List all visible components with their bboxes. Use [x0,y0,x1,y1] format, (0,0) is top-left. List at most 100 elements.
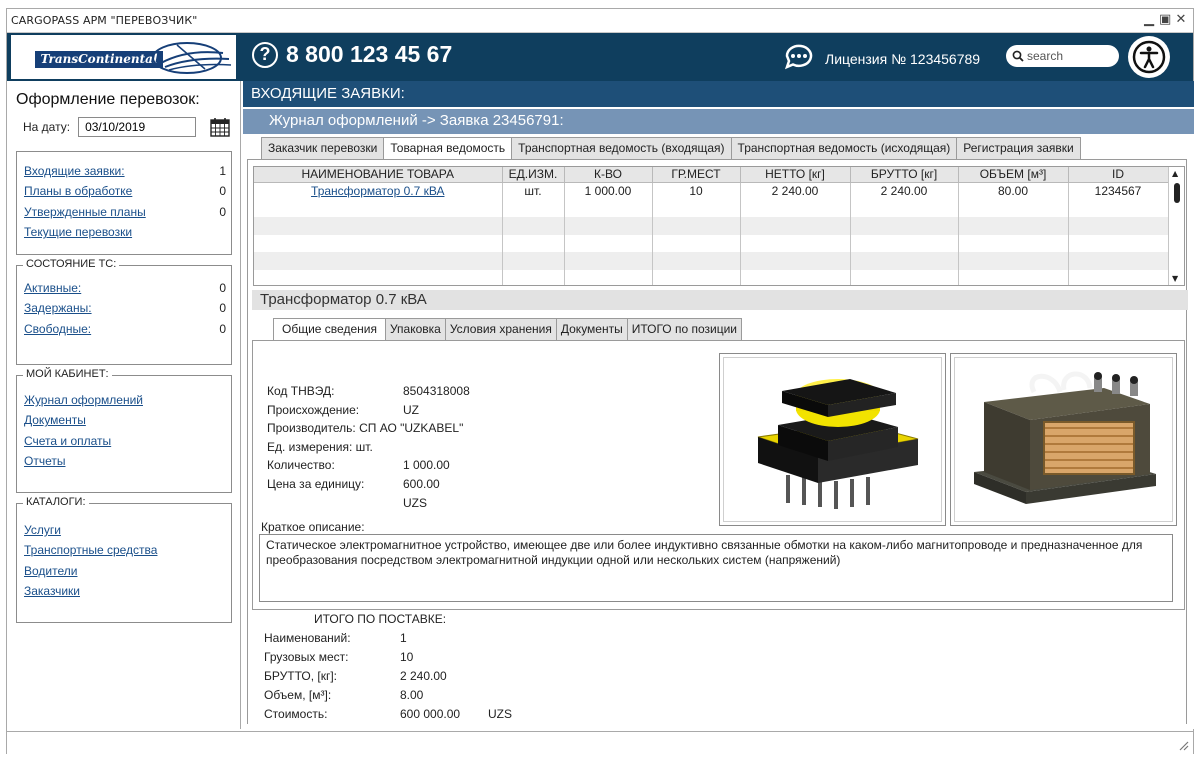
prop-label: Производитель: СП АО "UZKABEL" [267,421,464,436]
sidebar-item-plans-processing: Планы в обработке 0 [24,184,226,204]
window-title: CARGOPASS АРМ "ПЕРЕВОЗЧИК" [11,14,198,27]
subtab-packaging[interactable]: Упаковка [385,318,446,341]
requests-group: Входящие заявки: 1 Планы в обработке 0 Утв… [16,151,232,255]
sidebar-item-reports: Отчеты [24,454,224,474]
subtab-general[interactable]: Общие сведения [273,318,386,341]
product-link[interactable]: Трансформатор 0.7 кВА [311,184,444,198]
main-header: ВХОДЯЩИЕ ЗАЯВКИ: [243,81,1194,107]
date-row: На дату: [23,117,230,137]
subtab-item-total[interactable]: ИТОГО по позиции [627,318,743,341]
cabinet-group: МОЙ КАБИНЕТ: Журнал оформлений Документы… [16,368,232,493]
item-title: Трансформатор 0.7 кВА [252,290,1188,310]
invoices-link[interactable]: Счета и оплаты [24,434,111,448]
col-header-volume[interactable]: ОБЪЕМ [м³] [958,167,1069,183]
cell-name: Трансформатор 0.7 кВА [254,182,503,200]
col-header-net[interactable]: НЕТТО [кг] [740,167,851,183]
tab-transport-incoming[interactable]: Транспортная ведомость (входящая) [512,137,732,160]
subtab-storage[interactable]: Условия хранения [445,318,557,341]
cell-gross: 2 240.00 [850,182,959,200]
sidebar-item-approved-plans: Утвержденные планы 0 [24,205,226,225]
window-controls: ▁ ▣ ✕ [1143,12,1187,27]
table-row-empty [254,217,1169,235]
sidebar-item-vehicles: Транспортные средства [24,543,224,563]
table-scrollbar[interactable]: ▲ ▼ [1168,167,1184,285]
vehicle-state-group: СОСТОЯНИЕ ТС: Активные: 0 Задержаны: 0 Сво… [16,258,232,365]
products-table: НАИМЕНОВАНИЕ ТОВАРА ЕД.ИЗМ. К-ВО ГР.МЕСТ… [254,167,1169,285]
short-desc-field[interactable]: Статическое электромагнитное устройство,… [259,534,1173,602]
app-window: CARGOPASS АРМ "ПЕРЕВОЗЧИК" ▁ ▣ ✕ TransCo… [6,8,1194,754]
table-row-empty [254,199,1169,217]
current-transport-link[interactable]: Текущие перевозки [24,225,132,239]
resize-grip-icon[interactable] [1177,739,1189,751]
prop-value: 8504318008 [403,384,470,398]
plans-processing-link[interactable]: Планы в обработке [24,184,132,198]
sidebar-item-invoices: Счета и оплаты [24,434,224,454]
col-header-id[interactable]: ID [1068,167,1169,183]
delayed-link[interactable]: Задержаны: [24,301,92,315]
cell-net: 2 240.00 [740,182,851,200]
tab-goods-list[interactable]: Товарная ведомость [384,137,513,160]
prop-value: 1 000.00 [403,458,450,473]
cell-id: 1234567 [1068,182,1169,200]
scroll-up-icon[interactable]: ▲ [1172,169,1178,178]
product-image-1[interactable] [719,353,946,526]
journal-link[interactable]: Журнал оформлений [24,393,143,407]
help-icon[interactable]: ? [252,41,278,68]
incoming-requests-link[interactable]: Входящие заявки: [24,164,125,178]
totals-value: 1 [400,631,407,645]
short-desc-label: Краткое описание: [261,520,365,534]
chat-icon[interactable] [781,44,813,70]
calendar-icon[interactable] [210,117,230,137]
customers-link[interactable]: Заказчики [24,584,80,598]
sidebar-item-delayed: Задержаны: 0 [24,301,226,321]
active-link[interactable]: Активные: [24,281,81,295]
products-table-wrapper: НАИМЕНОВАНИЕ ТОВАРА ЕД.ИЗМ. К-ВО ГР.МЕСТ… [253,166,1185,286]
col-header-unit[interactable]: ЕД.ИЗМ. [502,167,565,183]
search-input[interactable] [1027,49,1111,63]
col-header-qty[interactable]: К-ВО [564,167,653,183]
totals-value: 2 240.00 [400,669,447,683]
subtab-documents[interactable]: Документы [556,318,628,341]
vehicles-link[interactable]: Транспортные средства [24,543,157,557]
accessibility-button[interactable] [1128,36,1170,78]
totals-label: Грузовых мест: [264,650,349,664]
item-subtabs: Общие сведения Упаковка Условия хранения… [273,318,743,341]
table-row[interactable]: Трансформатор 0.7 кВА шт. 1 000.00 10 2 … [254,182,1169,200]
product-image-2[interactable] [950,353,1177,526]
col-header-places[interactable]: ГР.МЕСТ [652,167,741,183]
general-info-panel: Код ТНВЭД: 8504318008 Происхождение: UZ Пр… [252,340,1185,610]
tab-customer[interactable]: Заказчик перевозки [261,137,385,160]
prop-label: Код ТНВЭД: [267,384,335,398]
prop-label: Цена за единицу: [267,476,365,491]
tab-registration[interactable]: Регистрация заявки [957,137,1081,160]
product-image-1-inner [723,357,942,522]
totals-label: Объем, [м³]: [264,688,332,702]
tab-transport-outgoing[interactable]: Транспортная ведомость (исходящая) [731,137,958,160]
col-header-gross[interactable]: БРУТТО [кг] [850,167,959,183]
minimize-icon[interactable]: ▁ [1143,12,1155,27]
scroll-thumb[interactable] [1174,183,1180,203]
approved-plans-link[interactable]: Утвержденные планы [24,205,146,219]
close-icon[interactable]: ✕ [1175,12,1187,27]
reports-link[interactable]: Отчеты [24,454,65,468]
breadcrumb: Журнал оформлений -> Заявка 23456791: [243,109,1194,134]
services-link[interactable]: Услуги [24,523,61,537]
phone-block: ? 8 800 123 45 67 [252,41,452,68]
sidebar-title: Оформление перевозок: [16,91,200,108]
phone-number: 8 800 123 45 67 [286,41,453,67]
sidebar-item-free: Свободные: 0 [24,322,226,342]
drivers-link[interactable]: Водители [24,564,77,578]
totals-unit: UZS [488,707,512,721]
app-header: TransContinental ? 8 800 123 45 67 Лицен… [7,33,1193,81]
product-image-2-inner [954,357,1173,522]
totals-value: 8.00 [400,688,424,702]
plans-processing-count: 0 [219,184,226,199]
scroll-down-icon[interactable]: ▼ [1172,274,1178,283]
col-header-name[interactable]: НАИМЕНОВАНИЕ ТОВАРА [254,167,503,183]
free-link[interactable]: Свободные: [24,322,91,336]
maximize-icon[interactable]: ▣ [1159,12,1171,27]
delayed-count: 0 [219,301,226,316]
date-field[interactable] [78,117,197,137]
prop-label: Ед. измерения: шт. [267,439,373,454]
documents-link[interactable]: Документы [24,413,86,427]
